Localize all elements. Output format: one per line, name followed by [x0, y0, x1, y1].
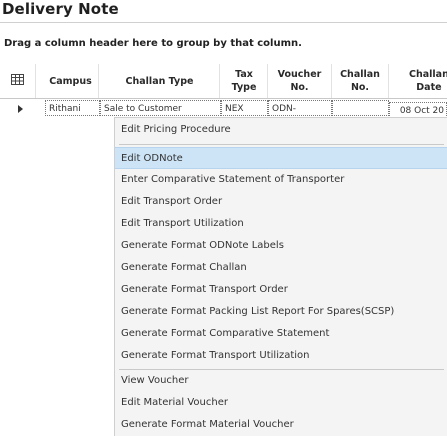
column-header-label: Tax Type: [231, 69, 257, 93]
column-header-tax-type[interactable]: Tax Type: [221, 64, 268, 98]
menu-item-generate-challan[interactable]: Generate Format Challan: [115, 257, 447, 279]
menu-item-edit-transport-utilization[interactable]: Edit Transport Utilization: [115, 213, 447, 235]
column-header-voucher-no[interactable]: Voucher No.: [268, 64, 332, 98]
column-header-label: Campus: [49, 75, 92, 87]
menu-item-edit-odnote[interactable]: Edit ODNote: [115, 147, 447, 169]
cell-challan-type[interactable]: Sale to Customer: [100, 100, 221, 116]
menu-separator: [119, 144, 444, 145]
column-header-campus[interactable]: Campus: [43, 64, 99, 98]
cell-challan-no[interactable]: [332, 100, 389, 116]
column-header-label: Challan Type: [125, 75, 194, 87]
cell-campus[interactable]: Rithani: [45, 100, 100, 116]
column-header-label: Challan Date: [409, 69, 447, 93]
menu-item-view-voucher[interactable]: View Voucher: [115, 370, 447, 392]
column-header-label: Challan No.: [340, 69, 380, 93]
cell-challan-date[interactable]: 08 Oct 20: [389, 102, 447, 118]
column-header-challan-date[interactable]: Challan Date: [389, 64, 447, 98]
menu-item-generate-comparative-statement[interactable]: Generate Format Comparative Statement: [115, 323, 447, 345]
menu-item-generate-odnote-labels[interactable]: Generate Format ODNote Labels: [115, 235, 447, 257]
grid-header: Campus Challan Type Tax Type Voucher No.…: [0, 64, 447, 99]
column-header-label: Voucher No.: [277, 69, 322, 93]
cell-voucher-no[interactable]: ODN-: [268, 100, 332, 116]
menu-item-enter-comparative-statement[interactable]: Enter Comparative Statement of Transport…: [115, 169, 447, 191]
column-chooser-button[interactable]: [0, 64, 36, 98]
menu-item-edit-pricing-procedure[interactable]: Edit Pricing Procedure: [115, 119, 447, 141]
menu-item-generate-material-voucher[interactable]: Generate Format Material Voucher: [115, 414, 447, 436]
menu-item-generate-transport-order[interactable]: Generate Format Transport Order: [115, 279, 447, 301]
context-menu: Edit Pricing Procedure Edit ODNote Enter…: [114, 117, 447, 436]
menu-item-edit-transport-order[interactable]: Edit Transport Order: [115, 191, 447, 213]
row-pointer-icon: [18, 105, 23, 113]
column-header-challan-type[interactable]: Challan Type: [100, 64, 220, 98]
menu-item-generate-transport-utilization[interactable]: Generate Format Transport Utilization: [115, 345, 447, 367]
cell-tax-type[interactable]: NEX: [221, 100, 268, 116]
group-by-hint[interactable]: Drag a column header here to group by th…: [4, 38, 302, 49]
page-title: Delivery Note: [2, 0, 119, 18]
menu-item-generate-packing-list[interactable]: Generate Format Packing List Report For …: [115, 301, 447, 323]
table-row[interactable]: Rithani Sale to Customer NEX ODN- 08 Oct…: [0, 100, 447, 118]
column-chooser-icon: [11, 74, 24, 85]
title-divider: [0, 22, 447, 23]
menu-item-edit-material-voucher[interactable]: Edit Material Voucher: [115, 392, 447, 414]
column-header-challan-no[interactable]: Challan No.: [332, 64, 389, 98]
